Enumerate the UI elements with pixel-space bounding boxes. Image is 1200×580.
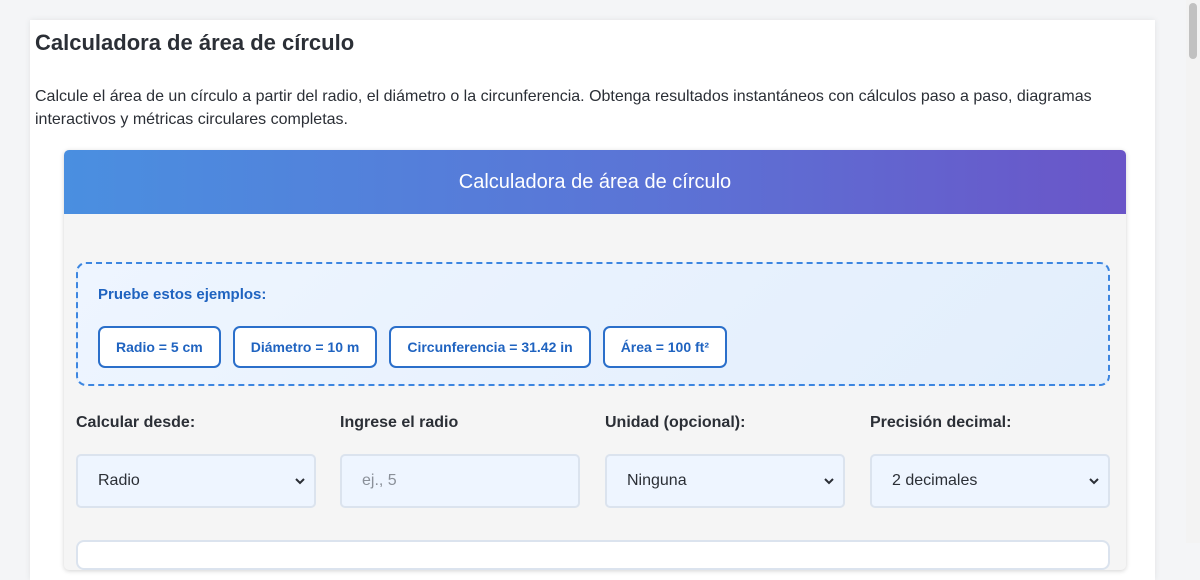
- calc-from-value: Radio: [98, 472, 140, 489]
- unit-value: Ninguna: [627, 472, 687, 489]
- chevron-down-icon: [1089, 478, 1099, 485]
- chevron-down-icon: [295, 478, 305, 485]
- example-button-area[interactable]: Área = 100 ft²: [602, 326, 728, 368]
- unit-field: Unidad (opcional): Ninguna: [605, 414, 845, 508]
- precision-label: Precisión decimal:: [870, 414, 1012, 431]
- precision-value: 2 decimales: [892, 472, 978, 489]
- precision-field: Precisión decimal: 2 decimales: [870, 414, 1110, 508]
- example-button-diameter[interactable]: Diámetro = 10 m: [232, 326, 378, 368]
- calculator-panel: Calculadora de área de círculo Pruebe es…: [64, 150, 1126, 570]
- calc-from-select[interactable]: Radio: [76, 454, 316, 508]
- page-scrollbar[interactable]: [1186, 0, 1200, 543]
- examples-box: Pruebe estos ejemplos: Radio = 5 cm Diám…: [76, 262, 1110, 386]
- page-card: Calculadora de área de círculo Calcule e…: [30, 20, 1155, 580]
- example-button-circumference[interactable]: Circunferencia = 31.42 in: [389, 326, 591, 368]
- examples-title: Pruebe estos ejemplos:: [98, 286, 267, 303]
- calc-from-label: Calcular desde:: [76, 414, 196, 431]
- results-section: [76, 540, 1110, 570]
- unit-select[interactable]: Ninguna: [605, 454, 845, 508]
- page-description: Calcule el área de un círculo a partir d…: [35, 88, 1092, 128]
- radius-input[interactable]: ej., 5: [340, 454, 580, 508]
- page-title: Calculadora de área de círculo: [35, 30, 355, 55]
- precision-select[interactable]: 2 decimales: [870, 454, 1110, 508]
- radius-input-label: Ingrese el radio: [340, 414, 459, 431]
- unit-label: Unidad (opcional):: [605, 414, 746, 431]
- calc-from-field: Calcular desde: Radio: [76, 414, 316, 508]
- examples-buttons: Radio = 5 cm Diámetro = 10 m Circunferen…: [98, 326, 728, 368]
- calculator-header: Calculadora de área de círculo: [64, 150, 1126, 214]
- chevron-down-icon: [824, 478, 834, 485]
- radius-input-placeholder: ej., 5: [362, 472, 397, 489]
- radius-input-field: Ingrese el radio ej., 5: [340, 414, 580, 508]
- scrollbar-thumb[interactable]: [1189, 3, 1197, 59]
- example-button-radius[interactable]: Radio = 5 cm: [98, 326, 221, 368]
